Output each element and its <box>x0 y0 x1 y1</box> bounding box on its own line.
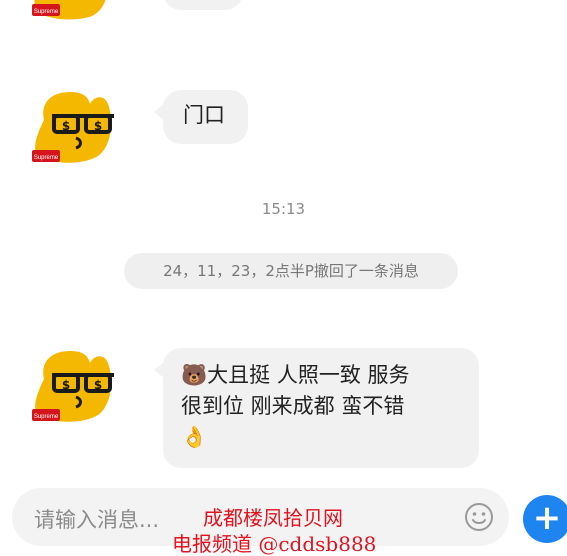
cartoon-avatar-icon: Supreme <box>32 0 106 20</box>
svg-text:Supreme: Supreme <box>34 155 59 161</box>
smiley-icon[interactable] <box>463 501 495 533</box>
svg-text:Supreme: Supreme <box>34 9 59 15</box>
svg-text:$: $ <box>62 119 70 133</box>
message-bubble[interactable]: 门口 <box>154 90 248 144</box>
input-placeholder: 请输入消息... <box>34 508 160 532</box>
svg-text:Supreme: Supreme <box>34 414 59 420</box>
message-text: 门口 <box>183 103 225 127</box>
cartoon-avatar-icon: $ $ Supreme <box>32 351 114 422</box>
message-input[interactable]: 请输入消息... <box>12 488 509 546</box>
svg-text:$: $ <box>62 378 70 392</box>
message-text-line: 很到位 刚来成都 蛮不错 <box>181 394 405 418</box>
message-timestamp: 15:13 <box>261 200 306 218</box>
svg-text:$: $ <box>94 119 102 133</box>
avatar[interactable]: $ $ Supreme <box>30 345 120 425</box>
avatar[interactable]: $ $ Supreme <box>30 86 120 166</box>
message-bubble[interactable]: 🐻大且挺 人照一致 服务 很到位 刚来成都 蛮不错 👌 <box>154 348 479 468</box>
plus-button[interactable]: + <box>523 494 567 544</box>
svg-text:$: $ <box>94 378 102 392</box>
message-bubble-partial[interactable] <box>163 0 243 10</box>
plus-icon: + <box>523 495 567 543</box>
message-emoji: 👌 <box>181 425 208 449</box>
recall-notice: 24，11，23，2点半P撤回了一条消息 <box>124 253 458 289</box>
cartoon-avatar-icon: $ $ Supreme <box>32 92 114 163</box>
message-text-line: 🐻大且挺 人照一致 服务 <box>181 363 410 387</box>
avatar[interactable]: Supreme <box>30 0 120 22</box>
